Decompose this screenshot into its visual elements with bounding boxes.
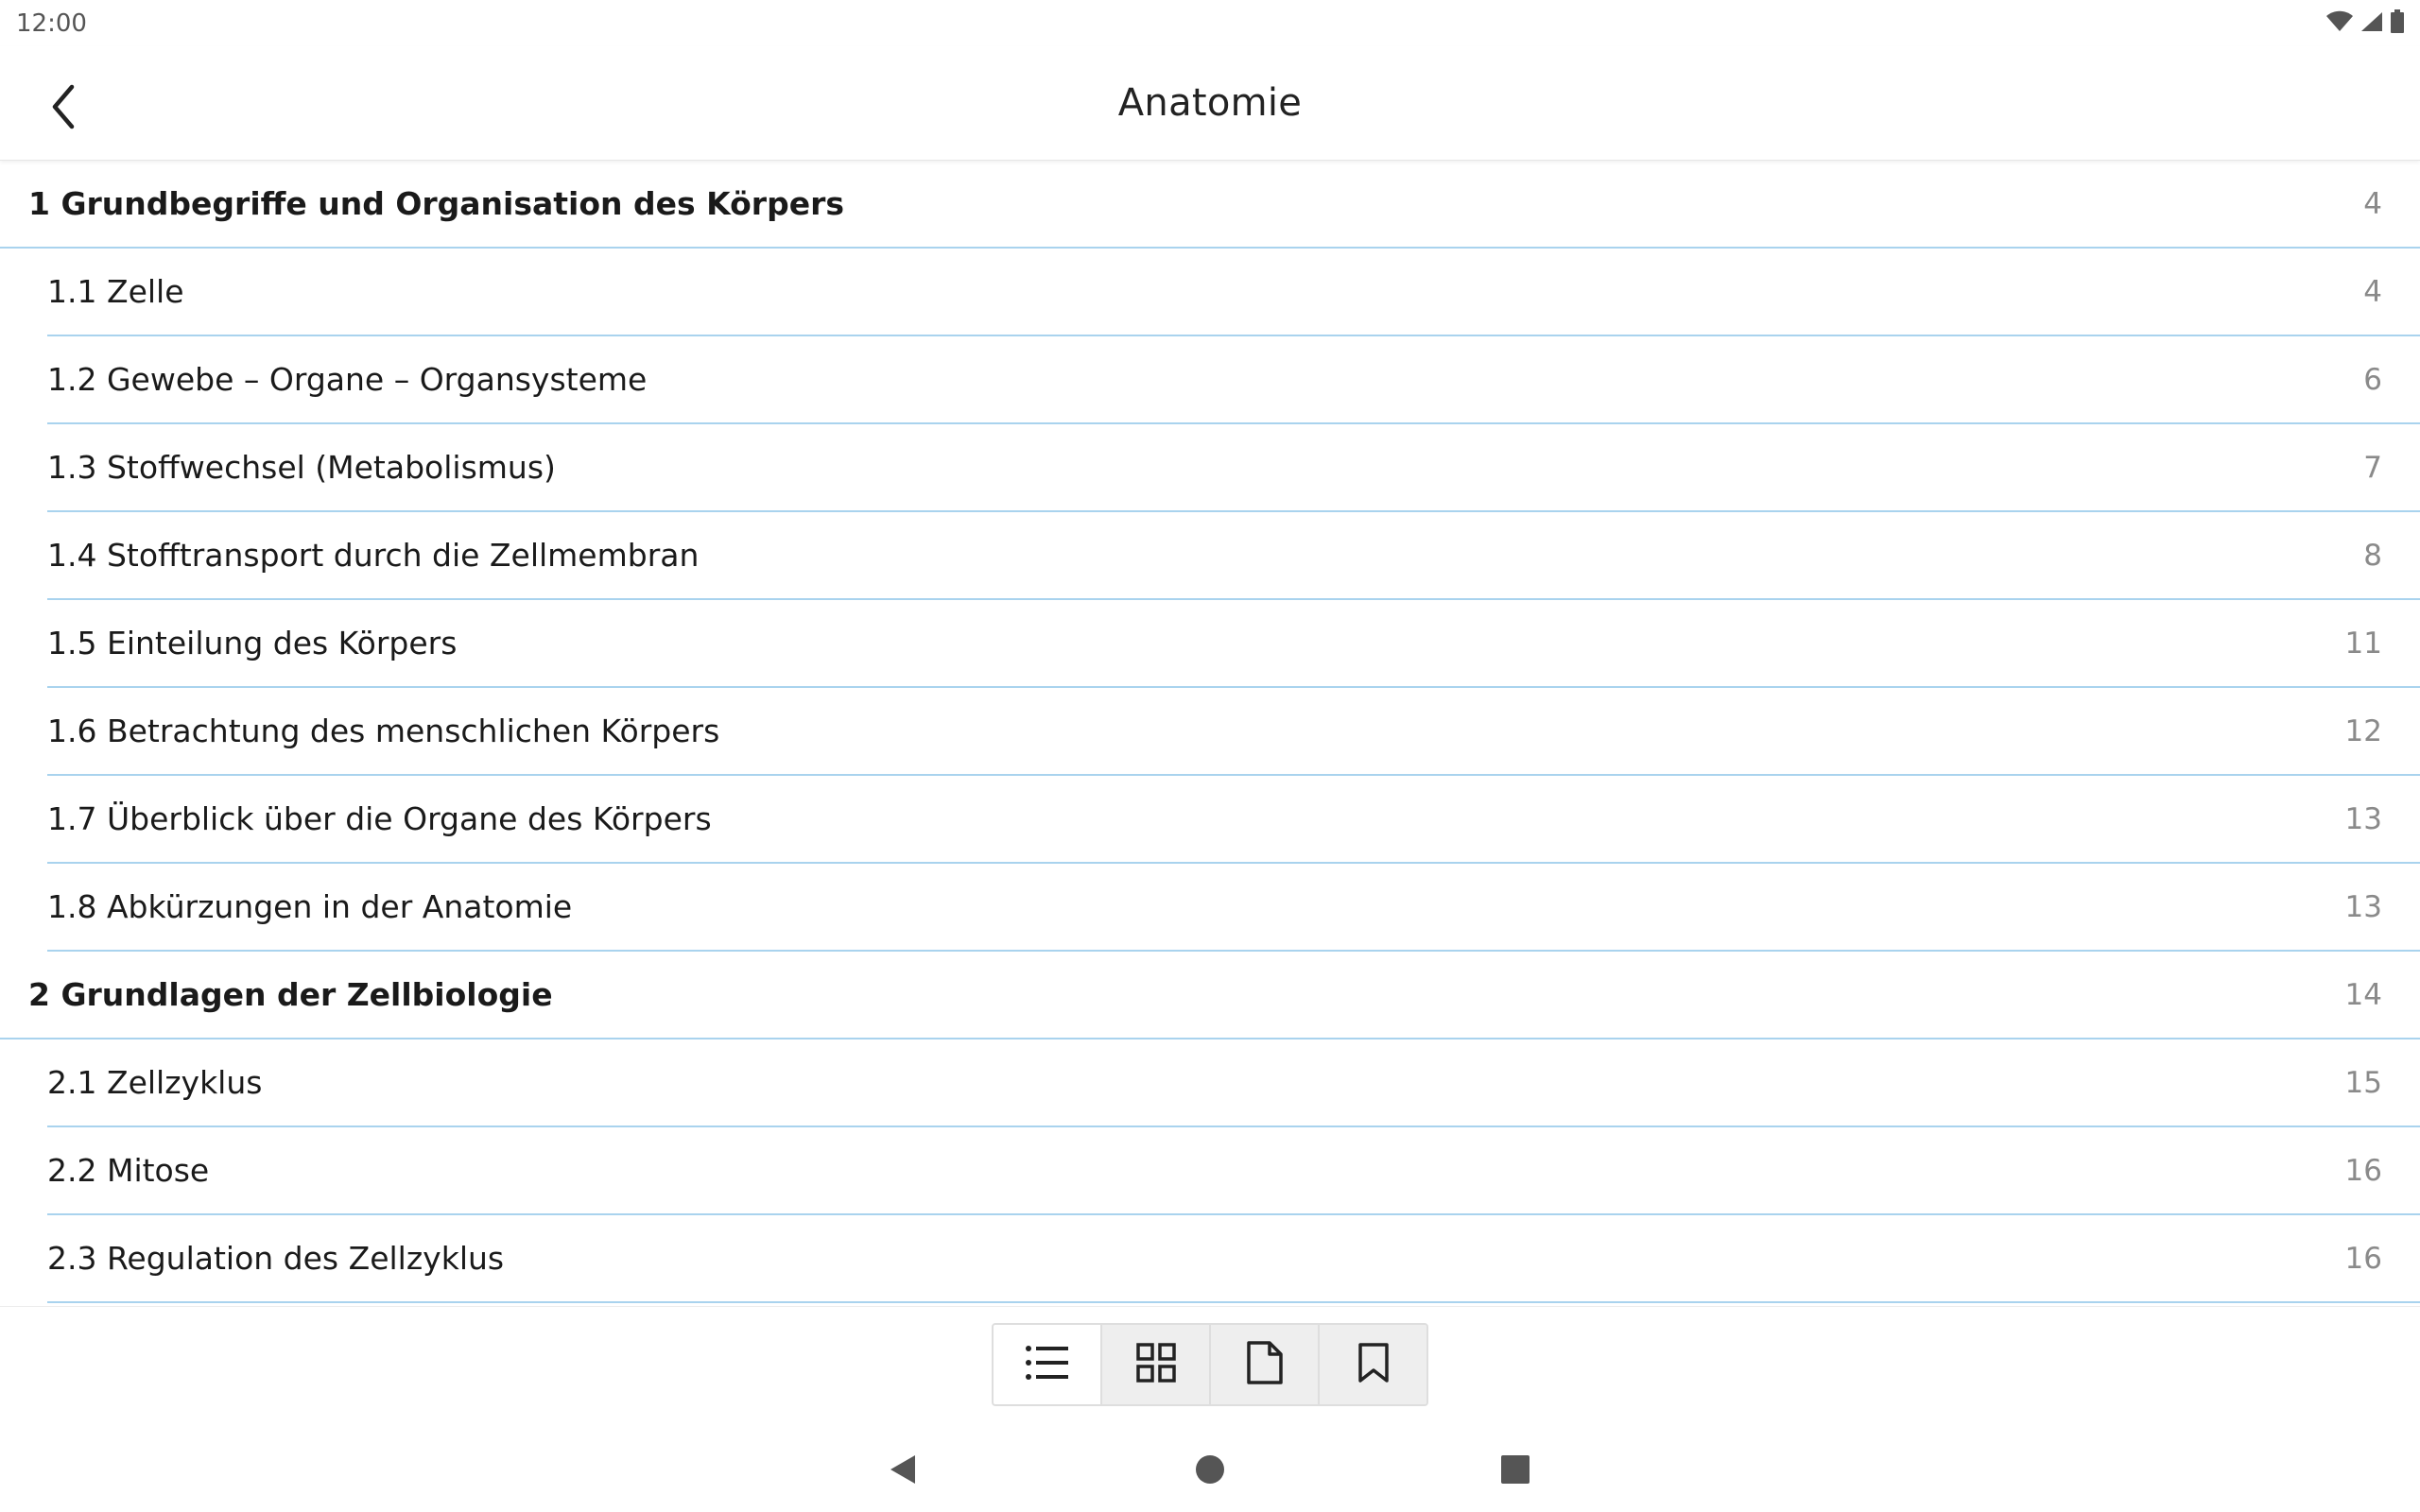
- toc-section-row[interactable]: 1.2 Gewebe – Organe – Organsysteme 6: [47, 336, 2420, 424]
- toc-section-row[interactable]: 1.3 Stoffwechsel (Metabolismus) 7: [47, 424, 2420, 512]
- toc-item-title: 1 Grundbegriffe und Organisation des Kör…: [28, 185, 844, 222]
- toc-item-title: 1.6 Betrachtung des menschlichen Körpers: [47, 713, 720, 749]
- toc-item-page: 4: [2363, 274, 2382, 309]
- toc-item-page: 13: [2344, 801, 2382, 836]
- grid-icon: [1135, 1343, 1176, 1386]
- toc-item-page: 14: [2344, 977, 2382, 1012]
- toc-item-title: 2 Grundlagen der Zellbiologie: [28, 976, 553, 1013]
- toc-item-title: 1.1 Zelle: [47, 273, 184, 310]
- system-nav-bar: [0, 1429, 2420, 1512]
- toc-item-title: 1.8 Abkürzungen in der Anatomie: [47, 888, 573, 925]
- toc-section-row[interactable]: 2.2 Mitose 16: [47, 1127, 2420, 1215]
- nav-recents-icon: [1500, 1454, 1530, 1488]
- toc-item-title: 1.7 Überblick über die Organe des Körper…: [47, 800, 712, 837]
- toc-item-title: 1.3 Stoffwechsel (Metabolismus): [47, 449, 556, 486]
- toc-section-row[interactable]: 2.1 Zellzyklus 15: [47, 1040, 2420, 1127]
- toc-chapter-row[interactable]: 2 Grundlagen der Zellbiologie 14: [0, 952, 2420, 1040]
- toc-item-page: 15: [2344, 1065, 2382, 1100]
- status-icons: [2325, 9, 2405, 38]
- toc-item-title: 1.2 Gewebe – Organe – Organsysteme: [47, 361, 648, 398]
- table-of-contents: 1 Grundbegriffe und Organisation des Kör…: [0, 161, 2420, 1306]
- chevron-left-icon: [45, 83, 83, 134]
- status-time: 12:00: [16, 9, 87, 38]
- back-button[interactable]: [28, 73, 100, 145]
- signal-icon: [2360, 10, 2384, 37]
- toc-section-row[interactable]: 1.6 Betrachtung des menschlichen Körpers…: [47, 688, 2420, 776]
- nav-back-icon: [887, 1453, 919, 1489]
- battery-icon: [2390, 9, 2405, 38]
- toc-item-page: 8: [2363, 538, 2382, 573]
- nav-recents-button[interactable]: [1492, 1448, 1539, 1495]
- bookmarks-view-button[interactable]: [1320, 1325, 1426, 1404]
- toc-item-title: 2.2 Mitose: [47, 1152, 210, 1189]
- toc-section-row[interactable]: 1.4 Stofftransport durch die Zellmembran…: [47, 512, 2420, 600]
- toc-list-view-button[interactable]: [994, 1325, 1102, 1404]
- bookmark-icon: [1357, 1342, 1390, 1387]
- status-bar: 12:00: [0, 0, 2420, 46]
- toc-item-page: 12: [2344, 713, 2382, 748]
- wifi-icon: [2325, 10, 2354, 37]
- toc-item-title: 2.1 Zellzyklus: [47, 1064, 263, 1101]
- thumbnail-grid-view-button[interactable]: [1102, 1325, 1211, 1404]
- toc-chapter-row[interactable]: 1 Grundbegriffe und Organisation des Kör…: [0, 161, 2420, 249]
- toc-item-page: 11: [2344, 626, 2382, 661]
- toc-item-page: 16: [2344, 1241, 2382, 1276]
- toc-item-title: 1.4 Stofftransport durch die Zellmembran: [47, 537, 700, 574]
- nav-home-icon: [1194, 1453, 1226, 1489]
- list-icon: [1025, 1344, 1070, 1385]
- bottom-toolbar-area: [0, 1306, 2420, 1429]
- toc-item-page: 16: [2344, 1153, 2382, 1188]
- nav-back-button[interactable]: [879, 1448, 926, 1495]
- toc-section-row[interactable]: 1.8 Abkürzungen in der Anatomie 13: [47, 864, 2420, 952]
- toc-section-row[interactable]: 2.3 Regulation des Zellzyklus 16: [47, 1215, 2420, 1303]
- toc-item-page: 13: [2344, 889, 2382, 924]
- view-mode-toolbar: [992, 1323, 1428, 1406]
- page-icon: [1246, 1341, 1283, 1388]
- toc-section-row[interactable]: 1.5 Einteilung des Körpers 11: [47, 600, 2420, 688]
- toc-item-page: 4: [2363, 186, 2382, 221]
- nav-home-button[interactable]: [1186, 1448, 1234, 1495]
- toc-item-page: 6: [2363, 362, 2382, 397]
- toc-item-title: 1.5 Einteilung des Körpers: [47, 625, 458, 662]
- page-view-button[interactable]: [1211, 1325, 1320, 1404]
- toc-item-page: 7: [2363, 450, 2382, 485]
- toc-section-row[interactable]: 1.1 Zelle 4: [47, 249, 2420, 336]
- page-title: Anatomie: [1117, 81, 1303, 125]
- toc-section-row[interactable]: 1.7 Überblick über die Organe des Körper…: [47, 776, 2420, 864]
- app-bar: Anatomie: [0, 46, 2420, 161]
- toc-item-title: 2.3 Regulation des Zellzyklus: [47, 1240, 505, 1277]
